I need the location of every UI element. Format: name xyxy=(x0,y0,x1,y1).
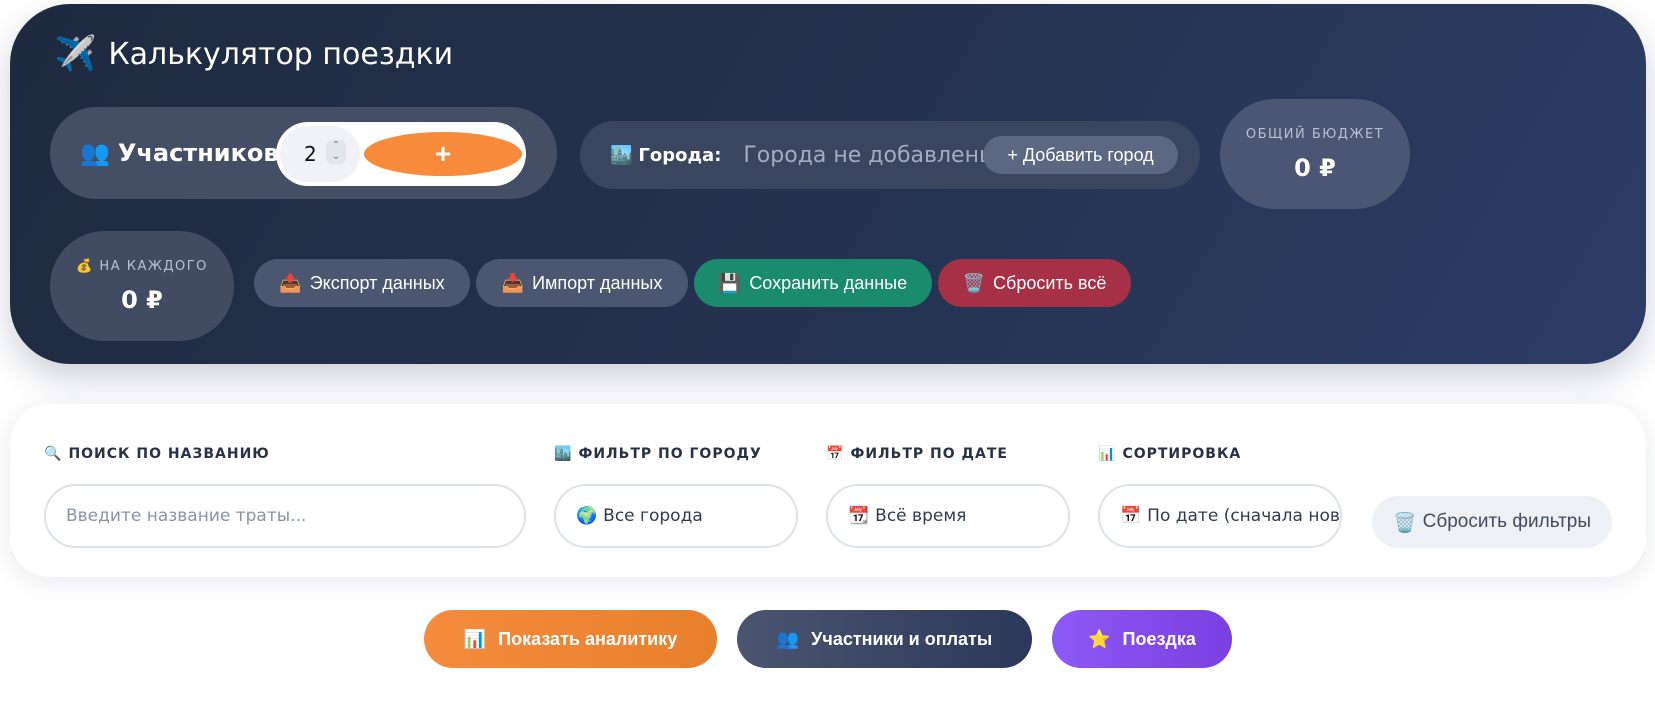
per-person-caption-text: НА КАЖДОГО xyxy=(99,258,208,274)
bar-chart-icon: 📊 xyxy=(463,628,487,650)
participants-label-text: Участников: xyxy=(117,139,289,167)
date-filter-value: Всё время xyxy=(875,506,967,526)
participants-payments-button[interactable]: 👥 Участники и оплаты xyxy=(737,610,1032,668)
people-icon: 👥 xyxy=(776,628,800,650)
export-data-button[interactable]: 📤 Экспорт данных xyxy=(254,259,470,307)
money-bag-icon: 💰 xyxy=(76,258,94,274)
reset-all-label: Сбросить всё xyxy=(993,272,1107,293)
per-person-value: 0 ₽ xyxy=(121,285,163,314)
inbox-icon: 📥 xyxy=(501,272,525,294)
star-icon: ⭐ xyxy=(1088,628,1111,650)
cities-label-text: Города: xyxy=(638,144,722,166)
sort-caption: 📊 СОРТИРОВКА xyxy=(1098,446,1241,462)
total-budget-card: ОБЩИЙ БЮДЖЕТ 0 ₽ xyxy=(1220,99,1410,209)
cities-empty-text: Города не добавлены xyxy=(743,142,997,168)
city-filter-caption: 🏙️ ФИЛЬТР ПО ГОРОДУ xyxy=(554,446,762,462)
calendar-icon: 📆 xyxy=(848,506,870,526)
floppy-disk-icon: 💾 xyxy=(718,272,742,294)
total-budget-value: 0 ₽ xyxy=(1294,153,1336,182)
header-panel: ✈️ Калькулятор поездки 👥 Участников: 2 ⌃… xyxy=(10,4,1646,364)
per-person-caption: 💰 НА КАЖДОГО xyxy=(76,259,208,274)
reset-filters-label: Сбросить фильтры xyxy=(1422,511,1592,532)
cities-label: 🏙️ Города: xyxy=(610,145,721,166)
airplane-icon: ✈️ xyxy=(54,34,97,74)
participants-payments-label: Участники и оплаты xyxy=(811,628,993,649)
city-filter-value: Все города xyxy=(603,506,703,526)
cityscape-icon: 🏙️ xyxy=(610,144,633,166)
trash-icon: 🗑️ xyxy=(1392,511,1417,534)
show-analytics-button[interactable]: 📊 Показать аналитику xyxy=(424,610,717,668)
save-data-label: Сохранить данные xyxy=(749,272,908,293)
import-data-button[interactable]: 📥 Импорт данных xyxy=(476,259,688,307)
search-input[interactable]: Введите название траты... xyxy=(44,484,526,548)
spinner-arrows-icon[interactable]: ⌃ ⌄ xyxy=(326,140,346,164)
participants-counter: 2 ⌃ ⌄ + xyxy=(276,122,526,186)
add-participant-button[interactable]: + xyxy=(364,132,522,176)
participants-panel: 👥 Участников: 2 ⌃ ⌄ + xyxy=(50,107,557,199)
date-filter-caption: 📅 ФИЛЬТР ПО ДАТЕ xyxy=(826,446,1008,462)
people-icon: 👥 xyxy=(80,139,110,167)
trip-label: Поездка xyxy=(1122,628,1196,649)
cityscape-icon: 🏙️ xyxy=(554,446,573,462)
reset-filters-button[interactable]: 🗑️ Сбросить фильтры xyxy=(1372,496,1612,548)
import-data-label: Импорт данных xyxy=(532,272,663,293)
date-filter-select[interactable]: 📆 Всё время xyxy=(826,484,1070,548)
participants-count-input[interactable]: 2 xyxy=(280,126,360,182)
filters-panel: 🔍 ПОИСК ПО НАЗВАНИЮ Введите название тра… xyxy=(10,404,1646,577)
search-caption: 🔍 ПОИСК ПО НАЗВАНИЮ xyxy=(44,446,270,462)
city-filter-caption-text: ФИЛЬТР ПО ГОРОДУ xyxy=(578,446,762,462)
page-title: ✈️ Калькулятор поездки xyxy=(54,34,453,74)
sort-caption-text: СОРТИРОВКА xyxy=(1122,446,1242,462)
magnifier-icon: 🔍 xyxy=(44,446,63,462)
show-analytics-label: Показать аналитику xyxy=(498,628,678,649)
calendar-icon: 📅 xyxy=(826,446,845,462)
sort-value: По дате (сначала новь xyxy=(1147,506,1342,526)
outbox-icon: 📤 xyxy=(279,272,302,294)
participants-label: 👥 Участников: xyxy=(80,139,288,167)
date-filter-caption-text: ФИЛЬТР ПО ДАТЕ xyxy=(850,446,1008,462)
bar-chart-icon: 📊 xyxy=(1098,446,1117,462)
calendar-icon: 📅 xyxy=(1120,506,1142,526)
trash-icon: 🗑️ xyxy=(962,272,986,294)
save-data-button[interactable]: 💾 Сохранить данные xyxy=(694,259,932,307)
globe-icon: 🌍 xyxy=(576,506,598,526)
export-data-label: Экспорт данных xyxy=(309,272,445,293)
trip-button[interactable]: ⭐ Поездка xyxy=(1052,610,1232,668)
search-caption-text: ПОИСК ПО НАЗВАНИЮ xyxy=(68,446,270,462)
reset-all-button[interactable]: 🗑️ Сбросить всё xyxy=(938,259,1131,307)
city-filter-select[interactable]: 🌍 Все города xyxy=(554,484,798,548)
per-person-card: 💰 НА КАЖДОГО 0 ₽ xyxy=(50,231,234,341)
sort-select[interactable]: 📅 По дате (сначала новь xyxy=(1098,484,1342,548)
cities-panel: 🏙️ Города: Города не добавлены + Добавит… xyxy=(580,121,1200,189)
page-title-text: Калькулятор поездки xyxy=(108,36,454,72)
total-budget-caption: ОБЩИЙ БЮДЖЕТ xyxy=(1245,126,1385,142)
add-city-button[interactable]: + Добавить город xyxy=(983,136,1178,174)
